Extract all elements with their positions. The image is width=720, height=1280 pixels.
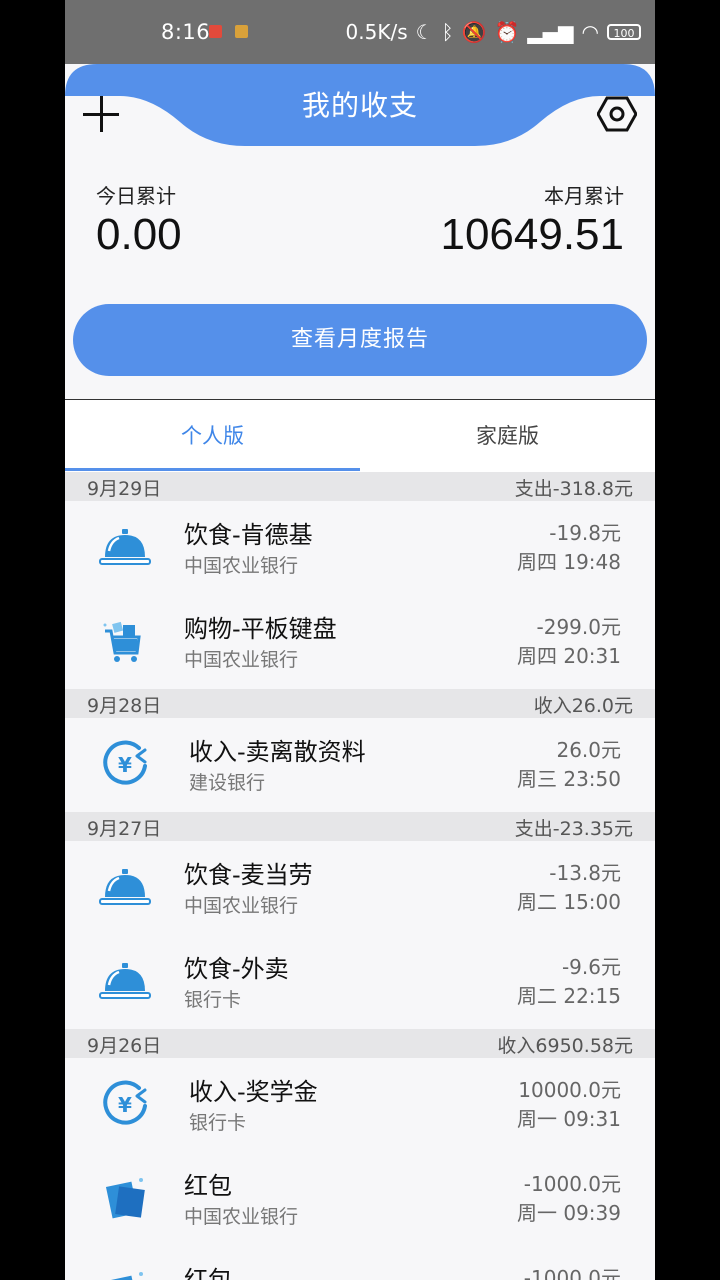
record-account: 银行卡: [189, 1112, 247, 1134]
record-title: 购物-平板键盘: [184, 615, 337, 643]
record-amount: -9.6元: [561, 955, 621, 979]
record-amount: -19.8元: [549, 521, 621, 545]
record-row[interactable]: ¥ 收入-奖学金银行卡 10000.0元 周一 09:31: [65, 1058, 655, 1152]
record-account: 银行卡: [184, 989, 242, 1011]
svg-text:¥: ¥: [118, 1093, 132, 1117]
signal-icon: ▂▄▆: [527, 20, 574, 44]
settings-icon[interactable]: [597, 94, 637, 134]
wifi-icon: ◠: [581, 20, 599, 44]
red-packet-icon: [97, 1170, 153, 1226]
record-title: 饮食-外卖: [184, 955, 289, 983]
record-amount: -1000.0元: [523, 1172, 621, 1196]
bluetooth-icon: ᛒ: [441, 20, 454, 44]
record-amount: -13.8元: [549, 861, 621, 885]
record-time: 周三 23:50: [517, 767, 621, 791]
tab-family[interactable]: 家庭版: [360, 400, 655, 472]
day-date: 9月28日: [87, 695, 162, 717]
record-title: 饮食-肯德基: [184, 521, 313, 549]
record-time: 周四 20:31: [517, 644, 621, 668]
record-row[interactable]: ¥ 收入-卖离散资料建设银行 26.0元周三 23:50: [65, 718, 655, 812]
record-amount: -299.0元: [536, 615, 621, 639]
moon-icon: ☾: [415, 20, 434, 44]
active-tab-indicator: [65, 468, 360, 471]
record-account: 中国农业银行: [184, 895, 299, 917]
record-row[interactable]: 购物-平板键盘中国农业银行 -299.0元周四 20:31: [65, 595, 655, 689]
day-total: 支出-23.35元: [514, 818, 633, 840]
day-total: 收入26.0元: [533, 695, 633, 717]
status-time: 8:16: [161, 20, 211, 44]
monthly-report-button[interactable]: 查看月度报告: [73, 304, 647, 376]
red-packet-icon: [97, 1264, 153, 1280]
today-label: 今日累计: [96, 184, 176, 208]
day-date: 9月26日: [87, 1035, 162, 1057]
record-amount: -1000.0元: [523, 1266, 621, 1280]
record-time: 周二 22:15: [517, 984, 621, 1008]
record-amount: 10000.0元: [518, 1078, 621, 1102]
alarm-icon: ⏰: [494, 20, 520, 44]
notification-icon: [209, 25, 222, 38]
status-right: 0.5K/s ☾ ᛒ 🔕 ⏰ ▂▄▆ ◠ 100: [346, 20, 641, 44]
record-time: 周二 15:00: [517, 890, 621, 914]
battery-icon: 100: [607, 24, 641, 40]
record-list: 9月29日 支出-318.8元饮食-肯德基中国农业银行 -19.8元周四 19:48…: [65, 472, 655, 1280]
food-cloche-icon: [97, 953, 153, 1009]
record-row[interactable]: 饮食-麦当劳中国农业银行 -13.8元周二 15:00: [65, 841, 655, 935]
day-header: 9月27日 支出-23.35元: [65, 812, 655, 841]
day-date: 9月27日: [87, 818, 162, 840]
food-cloche-icon: [97, 519, 153, 575]
record-row[interactable]: 饮食-外卖银行卡 -9.6元周二 22:15: [65, 935, 655, 1029]
status-bar: 8:16 0.5K/s ☾ ᛒ 🔕 ⏰ ▂▄▆ ◠ 100: [65, 0, 655, 64]
record-time: 周一 09:31: [517, 1107, 621, 1131]
today-value: 0.00: [96, 210, 182, 259]
app-notification-icon: [235, 25, 248, 38]
day-total: 收入6950.58元: [497, 1035, 633, 1057]
record-amount: 26.0元: [556, 738, 621, 762]
day-date: 9月29日: [87, 478, 162, 500]
tab-bar: 个人版 家庭版: [65, 400, 655, 472]
record-account: 中国农业银行: [184, 555, 299, 577]
tab-personal[interactable]: 个人版: [65, 400, 360, 472]
day-total: 支出-318.8元: [514, 478, 633, 500]
food-cloche-icon: [97, 859, 153, 915]
phone-screen: 8:16 0.5K/s ☾ ᛒ 🔕 ⏰ ▂▄▆ ◠ 100 我的收支 今日累计 …: [65, 0, 655, 1280]
income-yuan-icon: ¥: [97, 1076, 153, 1132]
income-yuan-icon: ¥: [97, 736, 153, 792]
day-header: 9月29日 支出-318.8元: [65, 472, 655, 501]
record-account: 中国农业银行: [184, 1206, 299, 1228]
page-title: 我的收支: [301, 89, 418, 122]
record-title: 饮食-麦当劳: [184, 861, 313, 889]
record-title: 收入-奖学金: [189, 1078, 318, 1106]
record-title: 红包: [184, 1172, 232, 1200]
record-account: 建设银行: [189, 772, 266, 794]
record-title: 收入-卖离散资料: [189, 738, 366, 766]
record-time: 周一 09:39: [517, 1201, 621, 1225]
record-row[interactable]: 红包中国农业银行 -1000.0元 周一 09:39: [65, 1152, 655, 1246]
record-row[interactable]: 红包 -1000.0元: [65, 1246, 655, 1280]
month-label: 本月累计: [544, 184, 624, 208]
shopping-cart-icon: [97, 613, 153, 669]
add-record-button[interactable]: [83, 94, 123, 134]
summary-header: 我的收支 今日累计 0.00 本月累计 10649.51 查看月度报告: [65, 64, 655, 400]
record-title: 红包: [184, 1266, 232, 1280]
record-account: 中国农业银行: [184, 649, 299, 671]
net-speed: 0.5K/s: [345, 20, 408, 44]
record-row[interactable]: 饮食-肯德基中国农业银行 -19.8元周四 19:48: [65, 501, 655, 595]
day-header: 9月26日 收入6950.58元: [65, 1029, 655, 1058]
day-header: 9月28日 收入26.0元: [65, 689, 655, 718]
month-value: 10649.51: [440, 210, 624, 259]
record-time: 周四 19:48: [517, 550, 621, 574]
mute-icon: 🔕: [461, 20, 487, 44]
svg-text:¥: ¥: [118, 753, 132, 777]
